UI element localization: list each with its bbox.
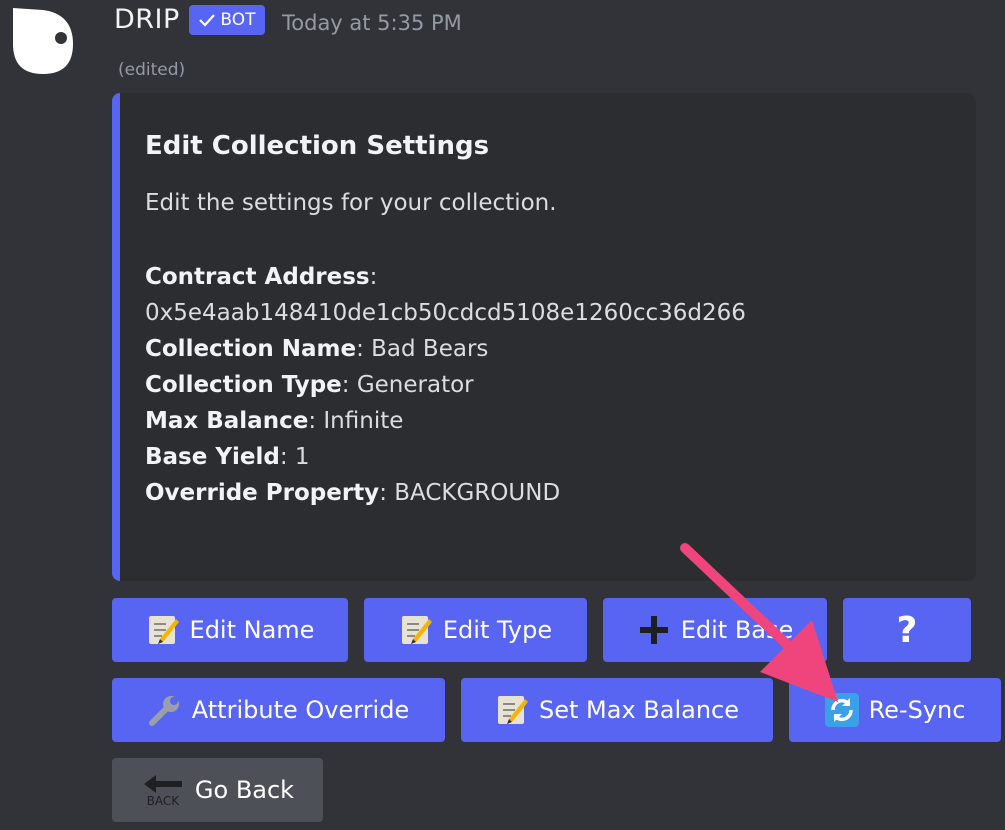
back-icon-text: BACK (146, 794, 180, 808)
field-value: 0x5e4aab148410de1cb50cdcd5108e1260cc36d2… (145, 300, 746, 326)
resync-label: Re-Sync (868, 696, 966, 724)
embed-accent-bar (112, 93, 120, 581)
avatar[interactable] (9, 0, 77, 76)
edit-type-button[interactable]: Edit Type (364, 598, 587, 662)
edit-type-label: Edit Type (442, 616, 553, 644)
drip-logo-icon (13, 8, 73, 74)
help-label: ? (896, 609, 918, 651)
field-label: Max Balance (145, 408, 309, 434)
memo-icon (146, 613, 180, 647)
field-value: Bad Bears (371, 336, 489, 362)
go-back-label: Go Back (194, 776, 295, 804)
set-max-balance-label: Set Max Balance (538, 696, 739, 724)
author-name[interactable]: DRIP (114, 4, 180, 35)
field-label: Collection Type (145, 372, 342, 398)
embed-card: Edit Collection Settings Edit the settin… (112, 93, 976, 581)
edit-base-button[interactable]: Edit Base (603, 598, 827, 662)
field-label: Collection Name (145, 336, 357, 362)
bot-badge-label: BOT (220, 10, 256, 30)
edit-name-label: Edit Name (189, 616, 315, 644)
field-label: Override Property (145, 480, 380, 506)
set-max-balance-button[interactable]: Set Max Balance (461, 678, 773, 742)
field-collection-type: Collection Type: Generator (145, 372, 474, 398)
go-back-button[interactable]: BACK Go Back (112, 758, 323, 822)
back-arrow-icon: BACK (141, 773, 185, 807)
field-value: Infinite (323, 408, 404, 434)
help-button[interactable]: ? (843, 598, 971, 662)
field-base-yield: Base Yield: 1 (145, 444, 310, 470)
edit-name-button[interactable]: Edit Name (112, 598, 348, 662)
memo-icon (495, 693, 529, 727)
field-label: Base Yield (145, 444, 280, 470)
field-collection-name: Collection Name: Bad Bears (145, 336, 489, 362)
bot-badge: BOT (189, 5, 265, 35)
field-label: Contract Address (145, 264, 370, 290)
attribute-override-label: Attribute Override (191, 696, 410, 724)
plus-icon (637, 613, 671, 647)
field-value: Generator (356, 372, 474, 398)
wrench-icon (148, 693, 182, 727)
resync-button[interactable]: Re-Sync (789, 678, 1001, 742)
field-value: BACKGROUND (394, 480, 561, 506)
attribute-override-button[interactable]: Attribute Override (112, 678, 445, 742)
edited-label: (edited) (118, 60, 186, 80)
field-value: 1 (294, 444, 310, 470)
field-contract-address: Contract Address: (145, 264, 378, 290)
embed-title: Edit Collection Settings (145, 131, 490, 161)
field-max-balance: Max Balance: Infinite (145, 408, 404, 434)
embed-fields: Contract Address: 0x5e4aab148410de1cb50c… (145, 259, 746, 511)
timestamp[interactable]: Today at 5:35 PM (282, 11, 462, 35)
field-override-property: Override Property: BACKGROUND (145, 480, 561, 506)
refresh-icon (824, 693, 859, 727)
memo-icon (399, 613, 433, 647)
embed-description: Edit the settings for your collection. (145, 190, 557, 216)
edit-base-label: Edit Base (680, 616, 794, 644)
check-icon (199, 14, 216, 27)
